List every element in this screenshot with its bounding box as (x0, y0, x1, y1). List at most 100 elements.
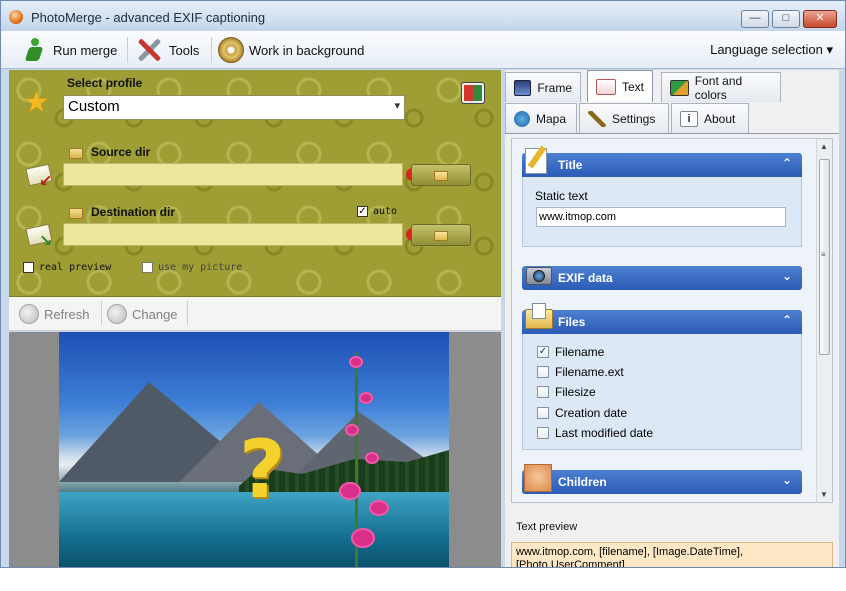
profile-value: Custom (68, 98, 120, 115)
tools-icon (134, 35, 164, 65)
change-label: Change (132, 306, 178, 322)
color-scheme-button[interactable] (461, 82, 485, 104)
collapse-chevron-icon[interactable]: ⌃ (782, 156, 792, 170)
scroll-down-icon[interactable]: ▼ (820, 490, 828, 499)
filesize-label: Filesize (555, 385, 596, 399)
palette-icon (670, 79, 689, 96)
last-modified-date-label: Last modified date (555, 426, 654, 440)
tab-font-colors-label: Font and colors (694, 73, 743, 102)
scroll-up-icon[interactable]: ▲ (820, 142, 828, 151)
scroll-grip-icon: ≡ (821, 250, 826, 259)
filename-option[interactable]: ✓ Filename (537, 345, 604, 359)
refresh-button[interactable]: Refresh (19, 303, 90, 325)
auto-checkbox[interactable]: ✓ (357, 206, 368, 217)
files-section-header[interactable]: Files ⌃ (522, 310, 802, 334)
minimize-button[interactable]: — (741, 10, 769, 28)
run-merge-button[interactable]: Run merge (19, 35, 120, 65)
folder-icon (524, 301, 556, 333)
toolbar-divider (101, 301, 102, 325)
static-text-label: Static text (535, 189, 588, 203)
real-preview-checkbox[interactable] (23, 262, 34, 273)
folder-open-icon (434, 171, 448, 181)
tab-about[interactable]: i About (671, 103, 749, 133)
tab-text[interactable]: Text (587, 70, 653, 102)
destination-dir-input[interactable] (63, 223, 403, 246)
pencil-note-icon (522, 145, 554, 177)
source-browse-button[interactable] (411, 164, 471, 186)
exif-section-header[interactable]: EXIF data ⌄ (522, 266, 802, 290)
running-man-icon (22, 37, 48, 63)
text-preview-box: www.itmop.com, [filename], [Image.DateTi… (511, 542, 833, 567)
content-scrollbar[interactable]: ▲ ≡ ▼ (816, 139, 832, 502)
preview-toolbar: Refresh Change (9, 297, 501, 331)
language-selection-menu[interactable]: Language selection ▾ (710, 42, 833, 58)
tab-frame[interactable]: Frame (505, 72, 581, 102)
refresh-icon (19, 304, 39, 324)
last-modified-date-checkbox[interactable] (537, 427, 549, 439)
children-section-header[interactable]: Children ⌄ (522, 470, 802, 494)
filename-ext-checkbox[interactable] (537, 366, 549, 378)
tab-about-label: About (704, 111, 736, 126)
text-preview-label: Text preview (516, 521, 578, 533)
folder-open-icon (434, 231, 448, 241)
expand-chevron-icon[interactable]: ⌄ (782, 473, 792, 487)
creation-date-option[interactable]: Creation date (537, 406, 627, 420)
select-profile-label: Select profile (67, 76, 143, 90)
destination-envelope-icon: ↘ (25, 218, 55, 250)
globe-icon (514, 110, 530, 127)
tools-button[interactable]: Tools (131, 35, 202, 65)
source-envelope-icon: ↙ (25, 158, 55, 190)
expand-chevron-icon[interactable]: ⌄ (782, 269, 792, 283)
work-in-background-button[interactable]: Work in background (215, 35, 367, 65)
source-dir-label: Source dir (91, 145, 151, 159)
frame-icon (514, 79, 532, 96)
change-icon (107, 304, 127, 324)
profile-panel: ★ Select profile Custom Source dir ↙ ! D… (9, 70, 501, 297)
close-button[interactable]: ✕ (803, 10, 837, 28)
title-section-header[interactable]: Title ⌃ (522, 153, 802, 177)
app-window: PhotoMerge - advanced EXIF captioning — … (0, 0, 846, 568)
camera-icon (524, 259, 556, 291)
profile-dropdown[interactable]: Custom (63, 95, 405, 120)
title-section-body: Static text www.itmop.com (522, 177, 802, 247)
tab-frame-label: Frame (537, 80, 572, 95)
left-pane: ★ Select profile Custom Source dir ↙ ! D… (9, 70, 501, 567)
info-icon: i (680, 110, 698, 127)
work-in-background-label: Work in background (249, 42, 365, 58)
source-dir-input[interactable] (63, 163, 403, 186)
tab-font-and-colors[interactable]: Font and colors (661, 72, 781, 102)
filesize-option[interactable]: Filesize (537, 385, 596, 399)
filename-ext-label: Filename.ext (555, 365, 624, 379)
destination-browse-button[interactable] (411, 224, 471, 246)
folder-icon (69, 148, 83, 159)
static-text-input[interactable]: www.itmop.com (536, 207, 786, 227)
wrench-icon (588, 110, 606, 127)
use-my-picture-checkbox[interactable] (142, 262, 153, 273)
maximize-button[interactable]: □ (772, 10, 800, 28)
toolbar-divider (127, 37, 128, 63)
change-button[interactable]: Change (107, 303, 178, 325)
creation-date-checkbox[interactable] (537, 407, 549, 419)
preview-area: ? (9, 332, 501, 567)
collapse-chevron-icon[interactable]: ⌃ (782, 313, 792, 327)
filename-checkbox[interactable]: ✓ (537, 346, 549, 358)
window-title: PhotoMerge - advanced EXIF captioning (31, 10, 266, 25)
tab-settings[interactable]: Settings (579, 103, 669, 133)
children-section-label: Children (558, 475, 607, 489)
tab-mapa[interactable]: Mapa (505, 103, 577, 133)
filename-ext-option[interactable]: Filename.ext (537, 365, 624, 379)
title-section-label: Title (558, 158, 583, 172)
main-toolbar: Run merge Tools Work in background Langu… (1, 31, 845, 69)
abc-check-icon (596, 78, 616, 95)
star-icon: ★ (23, 86, 50, 119)
question-mark-overlay: ? (239, 423, 286, 516)
filesize-checkbox[interactable] (537, 386, 549, 398)
tab-mapa-label: Mapa (536, 111, 567, 126)
filename-label: Filename (555, 345, 605, 359)
last-modified-date-option[interactable]: Last modified date (537, 426, 653, 440)
text-tab-content: Title ⌃ Static text www.itmop.com EXIF d… (511, 138, 833, 503)
cd-disc-icon (218, 37, 244, 63)
auto-label: auto (373, 206, 398, 217)
destination-dir-label: Destination dir (91, 205, 176, 219)
app-icon (9, 10, 23, 24)
